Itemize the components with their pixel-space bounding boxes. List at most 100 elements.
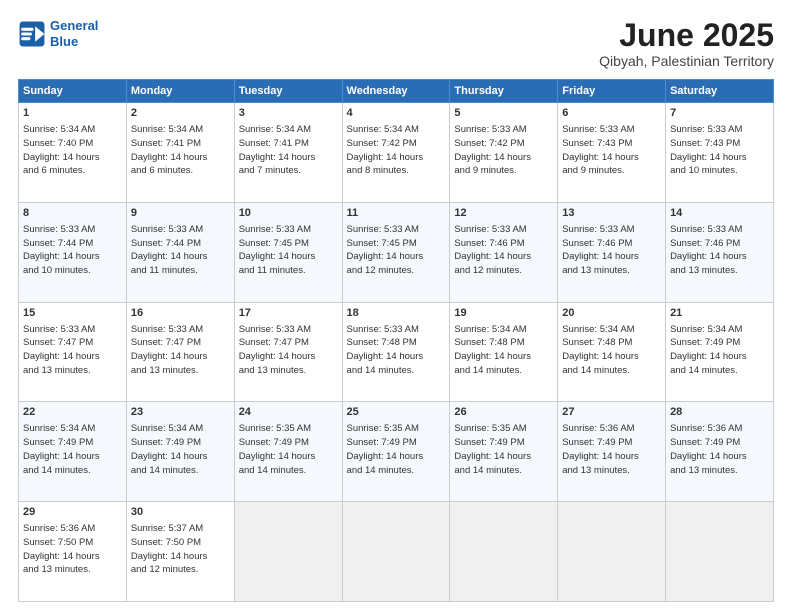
day-info: Daylight: 14 hours — [454, 350, 553, 364]
day-info: Sunset: 7:42 PM — [454, 137, 553, 151]
day-info: Sunset: 7:49 PM — [670, 436, 769, 450]
day-info: Sunset: 7:49 PM — [454, 436, 553, 450]
day-info: Daylight: 14 hours — [23, 250, 122, 264]
day-info: and 13 minutes. — [562, 264, 661, 278]
table-cell: 10Sunrise: 5:33 AMSunset: 7:45 PMDayligh… — [234, 202, 342, 302]
day-info: and 13 minutes. — [131, 364, 230, 378]
day-info: and 6 minutes. — [23, 164, 122, 178]
day-info: Sunrise: 5:33 AM — [670, 123, 769, 137]
day-number: 3 — [239, 106, 338, 122]
day-info: Sunset: 7:48 PM — [562, 336, 661, 350]
table-cell: 13Sunrise: 5:33 AMSunset: 7:46 PMDayligh… — [558, 202, 666, 302]
day-info: and 11 minutes. — [239, 264, 338, 278]
table-cell: 18Sunrise: 5:33 AMSunset: 7:48 PMDayligh… — [342, 302, 450, 402]
table-cell: 7Sunrise: 5:33 AMSunset: 7:43 PMDaylight… — [666, 103, 774, 203]
day-number: 21 — [670, 306, 769, 322]
day-number: 17 — [239, 306, 338, 322]
day-info: Sunset: 7:50 PM — [23, 536, 122, 550]
table-cell: 22Sunrise: 5:34 AMSunset: 7:49 PMDayligh… — [19, 402, 127, 502]
table-cell: 24Sunrise: 5:35 AMSunset: 7:49 PMDayligh… — [234, 402, 342, 502]
day-info: Sunset: 7:46 PM — [454, 237, 553, 251]
day-info: and 14 minutes. — [562, 364, 661, 378]
day-info: Sunset: 7:45 PM — [347, 237, 446, 251]
day-info: Sunset: 7:49 PM — [23, 436, 122, 450]
table-cell: 30Sunrise: 5:37 AMSunset: 7:50 PMDayligh… — [126, 502, 234, 602]
day-info: and 14 minutes. — [347, 364, 446, 378]
day-info: Daylight: 14 hours — [347, 350, 446, 364]
day-info: Sunrise: 5:37 AM — [131, 522, 230, 536]
table-cell: 3Sunrise: 5:34 AMSunset: 7:41 PMDaylight… — [234, 103, 342, 203]
table-cell: 27Sunrise: 5:36 AMSunset: 7:49 PMDayligh… — [558, 402, 666, 502]
logo-blue: Blue — [50, 34, 78, 49]
day-info: Daylight: 14 hours — [23, 550, 122, 564]
day-info: and 9 minutes. — [454, 164, 553, 178]
day-info: Sunrise: 5:34 AM — [23, 422, 122, 436]
day-info: and 14 minutes. — [239, 464, 338, 478]
day-number: 16 — [131, 306, 230, 322]
day-number: 10 — [239, 206, 338, 222]
day-number: 20 — [562, 306, 661, 322]
table-cell: 21Sunrise: 5:34 AMSunset: 7:49 PMDayligh… — [666, 302, 774, 402]
day-info: Sunrise: 5:33 AM — [239, 323, 338, 337]
day-info: Daylight: 14 hours — [131, 350, 230, 364]
day-number: 2 — [131, 106, 230, 122]
day-info: Daylight: 14 hours — [562, 250, 661, 264]
day-info: Daylight: 14 hours — [23, 450, 122, 464]
day-info: and 14 minutes. — [347, 464, 446, 478]
day-info: and 10 minutes. — [23, 264, 122, 278]
day-info: Daylight: 14 hours — [454, 151, 553, 165]
day-number: 22 — [23, 405, 122, 421]
day-info: Sunset: 7:41 PM — [131, 137, 230, 151]
day-info: Sunrise: 5:33 AM — [347, 323, 446, 337]
table-cell: 16Sunrise: 5:33 AMSunset: 7:47 PMDayligh… — [126, 302, 234, 402]
day-info: and 13 minutes. — [562, 464, 661, 478]
day-info: Daylight: 14 hours — [562, 450, 661, 464]
day-info: Sunrise: 5:33 AM — [454, 123, 553, 137]
table-cell: 29Sunrise: 5:36 AMSunset: 7:50 PMDayligh… — [19, 502, 127, 602]
col-wednesday: Wednesday — [342, 80, 450, 103]
day-info: Daylight: 14 hours — [131, 450, 230, 464]
day-number: 28 — [670, 405, 769, 421]
day-info: Daylight: 14 hours — [670, 151, 769, 165]
day-info: and 13 minutes. — [23, 364, 122, 378]
day-number: 5 — [454, 106, 553, 122]
day-number: 23 — [131, 405, 230, 421]
calendar-header-row: Sunday Monday Tuesday Wednesday Thursday… — [19, 80, 774, 103]
logo: General Blue — [18, 18, 98, 49]
day-info: Sunrise: 5:35 AM — [454, 422, 553, 436]
day-info: Sunset: 7:42 PM — [347, 137, 446, 151]
table-cell — [450, 502, 558, 602]
table-cell: 23Sunrise: 5:34 AMSunset: 7:49 PMDayligh… — [126, 402, 234, 502]
day-info: Sunrise: 5:35 AM — [347, 422, 446, 436]
table-cell — [234, 502, 342, 602]
day-info: Sunrise: 5:34 AM — [347, 123, 446, 137]
day-info: and 14 minutes. — [23, 464, 122, 478]
table-cell — [558, 502, 666, 602]
day-number: 6 — [562, 106, 661, 122]
day-number: 14 — [670, 206, 769, 222]
day-info: Sunset: 7:47 PM — [23, 336, 122, 350]
day-info: Sunset: 7:43 PM — [562, 137, 661, 151]
day-info: and 13 minutes. — [670, 264, 769, 278]
day-number: 7 — [670, 106, 769, 122]
col-saturday: Saturday — [666, 80, 774, 103]
table-cell: 15Sunrise: 5:33 AMSunset: 7:47 PMDayligh… — [19, 302, 127, 402]
day-info: Daylight: 14 hours — [347, 151, 446, 165]
day-info: and 14 minutes. — [670, 364, 769, 378]
day-info: and 7 minutes. — [239, 164, 338, 178]
table-cell: 2Sunrise: 5:34 AMSunset: 7:41 PMDaylight… — [126, 103, 234, 203]
day-number: 26 — [454, 405, 553, 421]
table-cell — [342, 502, 450, 602]
day-info: Sunset: 7:46 PM — [562, 237, 661, 251]
logo-text: General Blue — [50, 18, 98, 49]
day-info: Sunrise: 5:33 AM — [562, 123, 661, 137]
title-block: June 2025 Qibyah, Palestinian Territory — [599, 18, 774, 69]
day-info: Daylight: 14 hours — [347, 450, 446, 464]
table-cell: 17Sunrise: 5:33 AMSunset: 7:47 PMDayligh… — [234, 302, 342, 402]
col-friday: Friday — [558, 80, 666, 103]
day-info: and 14 minutes. — [454, 364, 553, 378]
day-info: Sunset: 7:49 PM — [670, 336, 769, 350]
day-info: Daylight: 14 hours — [23, 350, 122, 364]
day-info: and 6 minutes. — [131, 164, 230, 178]
page: General Blue June 2025 Qibyah, Palestini… — [0, 0, 792, 612]
